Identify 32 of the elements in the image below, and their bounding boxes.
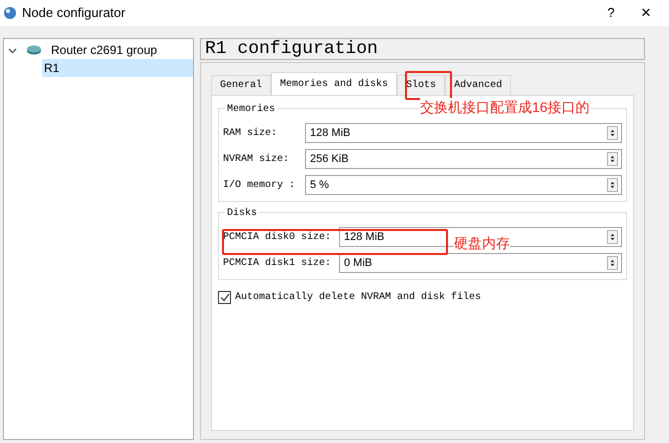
field-label: PCMCIA disk1 size: (223, 256, 332, 270)
checkbox-label: Automatically delete NVRAM and disk files (235, 290, 482, 305)
tab[interactable]: General (211, 75, 272, 95)
annotation-text: 硬盘内存 (454, 234, 510, 252)
spin-field[interactable]: 128 MiB (305, 123, 622, 143)
tab[interactable]: Slots (397, 75, 446, 95)
help-button[interactable]: ? (596, 3, 626, 23)
field-label: I/O memory : (223, 178, 296, 192)
spin-field[interactable]: 256 KiB (305, 149, 622, 169)
spinner-arrows-icon[interactable] (607, 230, 618, 244)
chevron-icon[interactable] (8, 46, 17, 54)
spin-field[interactable]: 0 MiB (339, 253, 622, 273)
tree-item[interactable]: Router c2691 group (4, 41, 193, 59)
spinner-arrows-icon[interactable] (607, 256, 618, 270)
field-label: NVRAM size: (223, 152, 290, 166)
spin-field[interactable]: 5 % (305, 175, 622, 195)
tab[interactable]: Memories and disks (271, 72, 398, 95)
app-logo-icon (3, 6, 17, 20)
tab[interactable]: Advanced (445, 75, 512, 95)
close-button[interactable]: × (626, 0, 666, 26)
field-label: PCMCIA disk0 size: (223, 230, 332, 244)
router-icon (26, 45, 42, 55)
annotation-text: 交换机接口配置成16接口的 (420, 98, 590, 116)
config-header: R1 configuration (200, 38, 645, 60)
checkmark-icon (220, 293, 230, 302)
checkbox[interactable] (218, 291, 231, 304)
tree-item[interactable]: R1 (42, 59, 193, 77)
spinner-arrows-icon[interactable] (607, 126, 618, 140)
spinner-arrows-icon[interactable] (607, 152, 618, 166)
field-label: RAM size: (223, 126, 278, 140)
spinner-arrows-icon[interactable] (607, 178, 618, 192)
window-title: Node configurator (22, 4, 126, 22)
